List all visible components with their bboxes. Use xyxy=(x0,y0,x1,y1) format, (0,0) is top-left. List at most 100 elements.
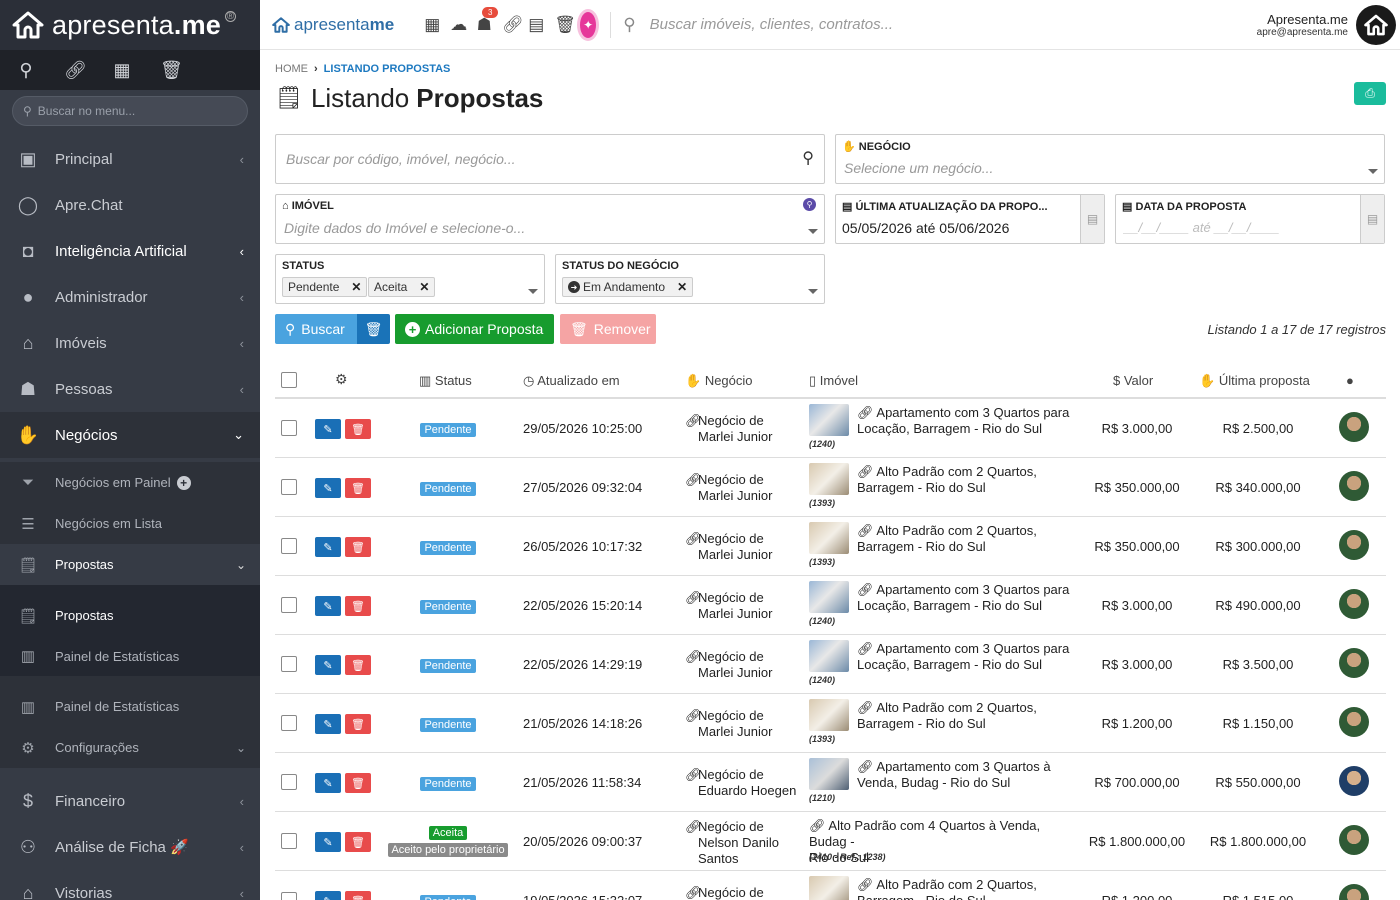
delete-button[interactable]: 🗑︎ xyxy=(345,419,371,439)
global-search-input[interactable]: ⚲ Buscar imóveis, clientes, contratos... xyxy=(623,15,1256,35)
edit-button[interactable]: ✎ xyxy=(315,773,341,793)
edit-button[interactable]: ✎ xyxy=(315,655,341,675)
edit-button[interactable]: ✎ xyxy=(315,478,341,498)
menu-search-input[interactable]: ⚲ Buscar no menu... xyxy=(12,96,248,126)
property-thumbnail[interactable] xyxy=(809,699,849,731)
row-checkbox[interactable] xyxy=(281,597,297,613)
negocio-link[interactable]: 🔗︎ Negócio de xyxy=(685,885,764,900)
negocio-link[interactable]: 🔗︎ Negócio de Marlei Junior xyxy=(685,649,772,681)
status-select[interactable]: STATUS Pendente ✕ Aceita ✕ xyxy=(275,254,545,304)
negocio-link[interactable]: 🔗︎ Negócio de Eduardo Hoegen xyxy=(685,767,796,799)
menu-item-negocios[interactable]: ✋ Negócios ⌄ xyxy=(0,412,260,458)
table-row[interactable]: ✎ 🗑︎ Aceita Aceito pelo proprietário 20/… xyxy=(275,812,1386,871)
add-proposta-button[interactable]: + Adicionar Proposta xyxy=(395,314,554,344)
table-row[interactable]: ✎ 🗑︎ Pendente 29/05/2026 10:25:00 🔗︎ Neg… xyxy=(275,399,1386,458)
print-button[interactable]: ⎙ xyxy=(1354,82,1386,105)
sidebar-item-painel-estatisticas[interactable]: ▥ Painel de Estatísticas xyxy=(0,686,260,727)
sidebar-item-propostas-estatisticas[interactable]: ▥ Painel de Estatísticas xyxy=(0,636,260,676)
delete-button[interactable]: 🗑︎ xyxy=(345,891,371,900)
avatar[interactable] xyxy=(1339,589,1369,619)
row-checkbox[interactable] xyxy=(281,420,297,436)
delete-button[interactable]: 🗑︎ xyxy=(345,478,371,498)
edit-button[interactable]: ✎ xyxy=(315,596,341,616)
ultima-header[interactable]: ✋ Última proposta xyxy=(1199,373,1310,389)
negocio-link[interactable]: 🔗︎ Negócio de Marlei Junior xyxy=(685,472,772,504)
edit-button[interactable]: ✎ xyxy=(315,714,341,734)
sidebar-item-propostas[interactable]: 🗒︎ Propostas ⌄ xyxy=(0,544,260,585)
calendar-icon[interactable]: ▤ xyxy=(528,15,544,35)
search-icon[interactable]: ⚲ xyxy=(802,148,814,168)
delete-button[interactable]: 🗑︎ xyxy=(345,596,371,616)
edit-button[interactable]: ✎ xyxy=(315,832,341,852)
menu-item-ia[interactable]: ◘ Inteligência Artificial ‹ xyxy=(0,228,260,274)
magic-button[interactable]: ✦ xyxy=(580,11,597,38)
imovel-link[interactable]: 🔗︎ Apartamento com 3 Quartos para Locaçã… xyxy=(857,405,1077,437)
calendar-icon[interactable]: ▤ xyxy=(1080,195,1104,243)
close-icon[interactable]: ✕ xyxy=(419,280,429,294)
select-all-checkbox[interactable] xyxy=(281,372,297,388)
imovel-select[interactable]: ⌂ IMÓVEL Digite dados do Imóvel e seleci… xyxy=(275,194,825,244)
negocio-link[interactable]: 🔗︎ Negócio de Marlei Junior xyxy=(685,708,772,740)
avatar[interactable] xyxy=(1356,4,1396,45)
link-icon[interactable]: 🔗︎ xyxy=(64,60,87,81)
imovel-link[interactable]: 🔗︎ Apartamento com 3 Quartos à Venda, Bu… xyxy=(857,759,1077,791)
sidebar-item-configuracoes[interactable]: ⚙ Configurações ⌄ xyxy=(0,727,260,768)
row-checkbox[interactable] xyxy=(281,538,297,554)
status-chip[interactable]: Pendente ✕ xyxy=(282,277,368,297)
buscar-button[interactable]: ⚲ Buscar xyxy=(275,314,361,344)
row-checkbox[interactable] xyxy=(281,774,297,790)
avatar[interactable] xyxy=(1339,412,1369,442)
property-thumbnail[interactable] xyxy=(809,640,849,672)
sidebar-item-negocios-lista[interactable]: ☰ Negócios em Lista xyxy=(0,503,260,544)
edit-button[interactable]: ✎ xyxy=(315,537,341,557)
user-info[interactable]: Apresenta.me apre@apresenta.me xyxy=(1257,12,1348,38)
negocio-link[interactable]: 🔗︎ Negócio de Marlei Junior xyxy=(685,531,772,563)
status-negocio-select[interactable]: STATUS DO NEGÓCIO ➜ Em Andamento ✕ xyxy=(555,254,825,304)
sidebar-item-propostas-lista[interactable]: 🗒︎ Propostas xyxy=(0,585,260,636)
menu-item-administrador[interactable]: ● Administrador ‹ xyxy=(0,274,260,320)
negocio-link[interactable]: 🔗︎ Negócio de Marlei Junior xyxy=(685,590,772,622)
menu-item-aprechat[interactable]: ◯ Apre.Chat xyxy=(0,182,260,228)
table-row[interactable]: ✎ 🗑︎ Pendente 22/05/2026 14:29:19 🔗︎ Neg… xyxy=(275,635,1386,694)
data-proposta-input[interactable]: ▤ DATA DA PROPOSTA __/__/____ até __/__/… xyxy=(1115,194,1385,244)
property-thumbnail[interactable] xyxy=(809,758,849,790)
imovel-header[interactable]: ▯ Imóvel xyxy=(809,373,858,389)
negocio-select[interactable]: ✋ NEGÓCIO Selecione um negócio... xyxy=(835,134,1385,184)
delete-button[interactable]: 🗑︎ xyxy=(345,537,371,557)
trash-icon[interactable]: 🗑︎ xyxy=(554,15,576,35)
close-icon[interactable]: ✕ xyxy=(351,280,361,294)
avatar[interactable] xyxy=(1339,530,1369,560)
chat-icon[interactable]: ☁ xyxy=(450,15,467,35)
link-icon[interactable]: 🔗︎ xyxy=(502,15,524,35)
users-icon[interactable]: ☗ 3 xyxy=(476,6,499,35)
property-thumbnail[interactable] xyxy=(809,581,849,613)
row-checkbox[interactable] xyxy=(281,833,297,849)
table-row[interactable]: ✎ 🗑︎ Pendente 27/05/2026 09:32:04 🔗︎ Neg… xyxy=(275,458,1386,517)
gears-icon[interactable]: ⚙ xyxy=(335,371,348,388)
imovel-link[interactable]: 🔗︎ Apartamento com 3 Quartos para Locaçã… xyxy=(857,641,1077,673)
grid-icon[interactable]: ▦ xyxy=(424,15,440,35)
edit-button[interactable]: ✎ xyxy=(315,419,341,439)
search-icon[interactable]: ⚲ xyxy=(803,198,816,211)
imovel-link[interactable]: 🔗︎ Alto Padrão com 2 Quartos, Barragem -… xyxy=(857,464,1077,496)
row-checkbox[interactable] xyxy=(281,715,297,731)
avatar[interactable] xyxy=(1339,707,1369,737)
avatar[interactable] xyxy=(1339,766,1369,796)
property-thumbnail[interactable] xyxy=(809,522,849,554)
topbar-logo[interactable]: apresenta me xyxy=(272,15,394,35)
valor-header[interactable]: $ Valor xyxy=(1113,373,1153,388)
table-row[interactable]: ✎ 🗑︎ Pendente 21/05/2026 14:18:26 🔗︎ Neg… xyxy=(275,694,1386,753)
edit-button[interactable]: ✎ xyxy=(315,891,341,900)
delete-button[interactable]: 🗑︎ xyxy=(345,832,371,852)
delete-button[interactable]: 🗑︎ xyxy=(345,714,371,734)
sidebar-item-negocios-painel[interactable]: ⏷ Negócios em Painel + xyxy=(0,462,260,503)
row-checkbox[interactable] xyxy=(281,656,297,672)
remove-button[interactable]: 🗑︎ Remover xyxy=(560,314,656,344)
negocio-header[interactable]: ✋ Negócio xyxy=(685,373,753,389)
delete-button[interactable]: 🗑︎ xyxy=(345,773,371,793)
table-row[interactable]: ✎ 🗑︎ Pendente 22/05/2026 15:20:14 🔗︎ Neg… xyxy=(275,576,1386,635)
menu-item-analise-ficha[interactable]: ⚇ Análise de Ficha 🚀 ‹ xyxy=(0,824,260,870)
table-row[interactable]: ✎ 🗑︎ Pendente 21/05/2026 11:58:34 🔗︎ Neg… xyxy=(275,753,1386,812)
property-thumbnail[interactable] xyxy=(809,876,849,900)
imovel-link[interactable]: 🔗︎ Alto Padrão com 2 Quartos, Barragem -… xyxy=(857,877,1077,900)
